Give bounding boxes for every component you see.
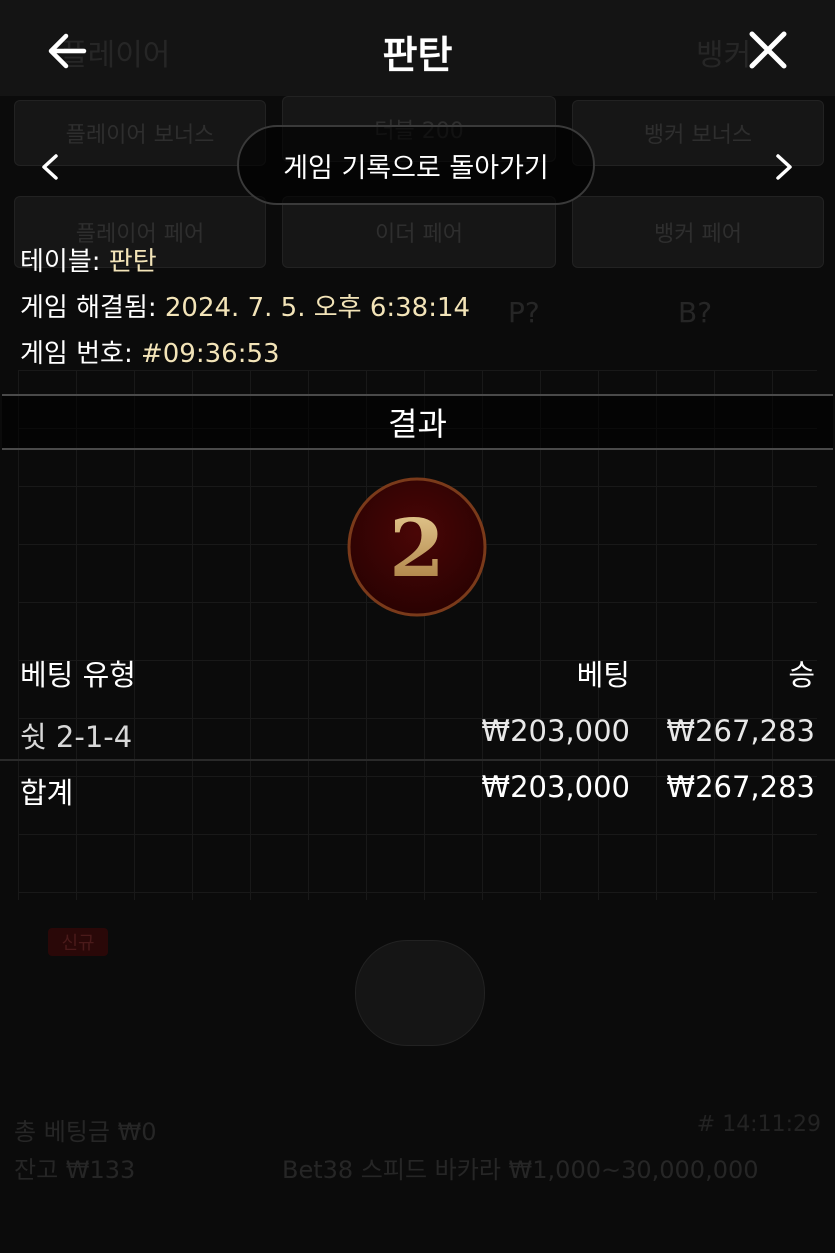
total-win-amount: ₩267,283 [666, 770, 815, 804]
info-number-label: 게임 번호: [20, 339, 133, 369]
table-header-row: 베팅 유형 베팅 승 [0, 652, 835, 692]
close-icon[interactable] [746, 28, 790, 72]
bg-p-question: P? [508, 296, 540, 329]
info-resolved-value: 2024. 7. 5. 오후 6:38:14 [164, 293, 471, 323]
chevron-right-icon[interactable] [770, 151, 798, 183]
page-title: 판탄 [382, 33, 453, 77]
info-game-number: 게임 번호: #09:36:53 [20, 338, 280, 370]
info-number-value: #09:36:53 [140, 339, 280, 369]
bg-total-bet: 총 베팅금 ₩0 [14, 1118, 157, 1146]
row-divider [0, 759, 835, 761]
table-total-row: 합계 ₩203,000 ₩267,283 [0, 770, 835, 810]
total-label: 합계 [20, 776, 74, 810]
history-nav: 게임 기록으로 돌아가기 [0, 125, 835, 209]
return-to-history-button[interactable]: 게임 기록으로 돌아가기 [237, 125, 595, 205]
header-bar: 판탄 [0, 0, 835, 100]
bg-b-question: B? [678, 296, 713, 329]
bg-balance: 잔고 ₩133 [14, 1156, 136, 1184]
info-resolved-label: 게임 해결됨: [20, 293, 157, 323]
info-resolved: 게임 해결됨: 2024. 7. 5. 오후 6:38:14 [20, 292, 470, 324]
row-bet-type: 쉿 2-1-4 [20, 720, 133, 754]
col-bet-type: 베팅 유형 [20, 658, 136, 692]
result-heading: 결과 [2, 394, 833, 450]
bg-new-badge: 신규 [48, 928, 108, 956]
chevron-left-icon[interactable] [36, 151, 64, 183]
info-table-value: 판탄 [108, 247, 157, 277]
total-bet-amount: ₩203,000 [481, 770, 630, 804]
table-row: 쉿 2-1-4 ₩203,000 ₩267,283 [0, 714, 835, 754]
col-win: 승 [788, 658, 815, 692]
col-bet: 베팅 [576, 658, 630, 692]
info-table: 테이블: 판탄 [20, 246, 157, 278]
bg-round-id: # 14:11:29 [696, 1112, 821, 1137]
bg-chip-selector [355, 940, 485, 1046]
bg-table-name: Bet38 스피드 바카라 ₩1,000~30,000,000 [282, 1156, 759, 1184]
result-number-ball: 2 [347, 477, 487, 617]
result-number: 2 [389, 501, 445, 595]
row-win-amount: ₩267,283 [666, 714, 815, 748]
row-bet-amount: ₩203,000 [481, 714, 630, 748]
info-table-label: 테이블: [20, 247, 101, 277]
